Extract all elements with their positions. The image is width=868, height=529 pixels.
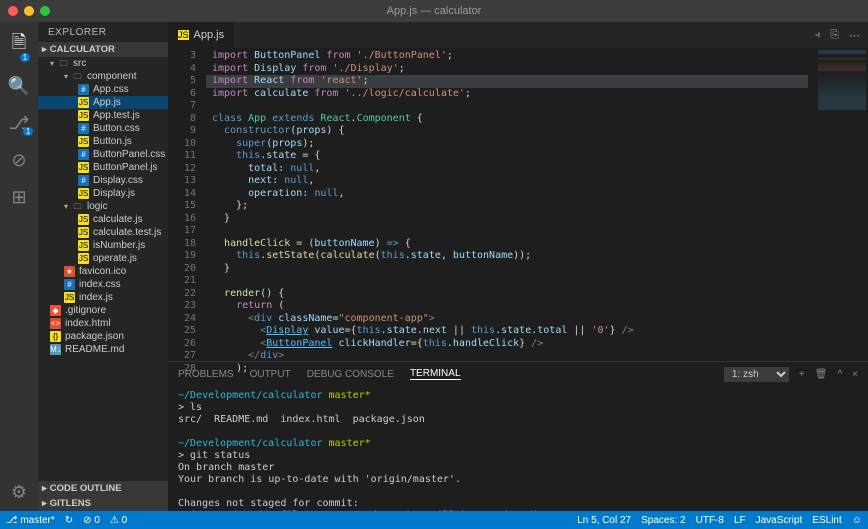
status-cursor[interactable]: Ln 5, Col 27 [577,515,631,526]
status-eslint[interactable]: ESLint [812,515,841,526]
maximize-window[interactable] [40,6,50,16]
file-calculate.js[interactable]: JScalculate.js [38,213,168,226]
html-icon: <> [50,318,61,329]
file-Display.js[interactable]: JSDisplay.js [38,187,168,200]
js-icon: JS [78,227,89,238]
gitlens-header[interactable]: ▸GITLENS [38,496,168,511]
js-icon: JS [78,97,89,108]
file-favicon.ico[interactable]: ★favicon.ico [38,265,168,278]
file-Button.js[interactable]: JSButton.js [38,135,168,148]
file-ButtonPanel.css[interactable]: #ButtonPanel.css [38,148,168,161]
status-warnings[interactable]: ⚠ 0 [110,515,127,526]
file-isNumber.js[interactable]: JSisNumber.js [38,239,168,252]
tab-app-js[interactable]: JS App.js [168,22,235,48]
file-package.json[interactable]: {}package.json [38,330,168,343]
css-icon: # [78,175,89,186]
search-icon[interactable]: 🔍 [8,76,30,97]
folder-component[interactable]: ▾🗀component [38,70,168,83]
editor-area: JS App.js ⫞ ⎘ ⋯ 345678910111213141516171… [168,22,868,511]
line-gutter: 3456789101112131415161718192021222324252… [168,48,206,361]
editor-tabs: JS App.js ⫞ ⎘ ⋯ [168,22,868,48]
source-control-icon[interactable]: ⎇1 [9,113,30,134]
settings-icon[interactable]: ⚙ [11,482,27,503]
status-sync[interactable]: ↻ [65,515,73,526]
bottom-panel: PROBLEMSOUTPUTDEBUG CONSOLETERMINAL 1: z… [168,361,868,511]
debug-icon[interactable]: ⊘ [11,150,26,171]
status-encoding[interactable]: UTF-8 [696,515,724,526]
terminal-output[interactable]: ~/Development/calculator master* > ls sr… [168,386,868,511]
status-branch[interactable]: ⎇ master* [6,515,55,526]
status-feedback[interactable]: ☺ [852,515,862,526]
split-editor-icon[interactable]: ⫞ [815,29,821,42]
file-operate.js[interactable]: JSoperate.js [38,252,168,265]
file-App.test.js[interactable]: JSApp.test.js [38,109,168,122]
window-title: App.js — calculator [387,5,482,17]
minimap[interactable] [808,48,868,361]
compare-icon[interactable]: ⎘ [830,29,839,42]
file-ButtonPanel.js[interactable]: JSButtonPanel.js [38,161,168,174]
close-panel-icon[interactable]: × [852,369,858,380]
md-icon: M↓ [50,344,61,355]
folder-src[interactable]: ▾🗀src [38,57,168,70]
folder-logic[interactable]: ▾🗀logic [38,200,168,213]
css-icon: # [78,149,89,160]
status-eol[interactable]: LF [734,515,746,526]
js-icon: JS [78,136,89,147]
file-index.css[interactable]: #index.css [38,278,168,291]
code-outline-header[interactable]: ▸CODE OUTLINE [38,481,168,496]
css-icon: # [78,84,89,95]
file-index.js[interactable]: JSindex.js [38,291,168,304]
minimize-window[interactable] [24,6,34,16]
git-icon: ◆ [50,305,61,316]
file-Display.css[interactable]: #Display.css [38,174,168,187]
more-icon[interactable]: ⋯ [849,29,860,42]
extensions-icon[interactable]: ⊞ [11,187,26,208]
file-App.js[interactable]: JSApp.js [38,96,168,109]
json-icon: {} [50,331,61,342]
sidebar-title: EXPLORER [38,22,168,42]
file-Button.css[interactable]: #Button.css [38,122,168,135]
file-README.md[interactable]: M↓README.md [38,343,168,356]
project-header[interactable]: ▸CALCULATOR [38,42,168,57]
js-icon: JS [178,30,189,40]
js-icon: JS [78,162,89,173]
activity-bar: 🗎1 🔍 ⎇1 ⊘ ⊞ ⚙ [0,22,38,511]
explorer-icon[interactable]: 🗎1 [12,30,26,60]
css-icon: # [78,123,89,134]
maximize-panel-icon[interactable]: ^ [837,369,842,380]
file-App.css[interactable]: #App.css [38,83,168,96]
status-language[interactable]: JavaScript [756,515,803,526]
code-editor[interactable]: import ButtonPanel from './ButtonPanel';… [206,48,808,361]
titlebar: App.js — calculator [0,0,868,22]
file-.gitignore[interactable]: ◆.gitignore [38,304,168,317]
css-icon: # [64,279,75,290]
status-errors[interactable]: ⊘ 0 [83,515,100,526]
kill-terminal-icon[interactable]: 🗑 [815,369,828,380]
js-icon: JS [78,188,89,199]
tab-label: App.js [194,29,225,41]
close-window[interactable] [8,6,18,16]
status-spaces[interactable]: Spaces: 2 [641,515,685,526]
js-icon: JS [78,110,89,121]
fav-icon: ★ [64,266,75,277]
status-bar: ⎇ master* ↻ ⊘ 0 ⚠ 0 Ln 5, Col 27 Spaces:… [0,511,868,529]
sidebar: EXPLORER ▸CALCULATOR ▾🗀src▾🗀component#Ap… [38,22,168,511]
js-icon: JS [78,253,89,264]
js-icon: JS [78,240,89,251]
file-calculate.test.js[interactable]: JScalculate.test.js [38,226,168,239]
js-icon: JS [64,292,75,303]
file-index.html[interactable]: <>index.html [38,317,168,330]
file-tree: ▾🗀src▾🗀component#App.cssJSApp.jsJSApp.te… [38,57,168,481]
js-icon: JS [78,214,89,225]
